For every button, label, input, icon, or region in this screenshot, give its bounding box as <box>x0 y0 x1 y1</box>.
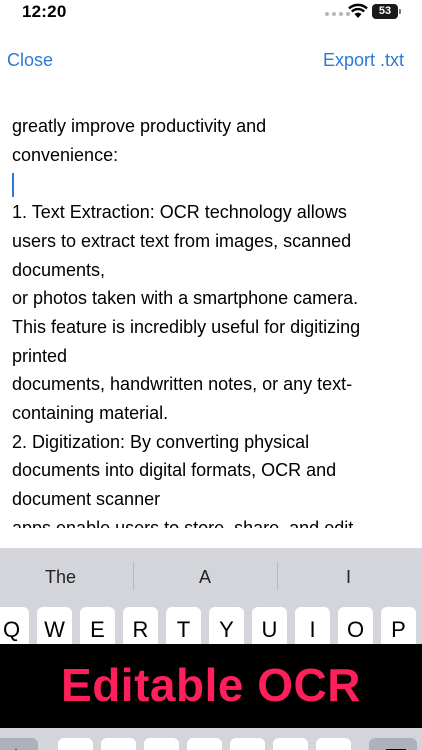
editor-line: documents into digital formats, OCR and <box>12 460 337 481</box>
editor-line: document scanner <box>12 489 161 510</box>
shift-key[interactable] <box>0 738 38 750</box>
editor-line: documents, handwritten notes, or any tex… <box>12 374 353 395</box>
status-bar: 12:20 53 <box>0 0 422 26</box>
editor-line: apps enable users to store, share, and e… <box>12 517 354 528</box>
status-time: 12:20 <box>22 2 67 21</box>
suggestion-i[interactable]: I <box>346 567 351 588</box>
editor-line: 2. Digitization: By converting physical <box>12 431 310 452</box>
text-cursor <box>12 172 14 197</box>
cellular-signal-icon <box>325 12 350 16</box>
banner-title: Editable OCR <box>61 659 361 711</box>
battery-level: 53 <box>378 5 392 17</box>
key-x[interactable]: X <box>101 738 136 750</box>
text-editor[interactable]: greatly improve productivity and conveni… <box>12 112 412 528</box>
battery-icon: 53 <box>372 4 398 19</box>
promo-banner: Editable OCR <box>0 644 422 728</box>
suggestion-divider <box>133 562 134 590</box>
editor-line: or photos taken with a smartphone camera… <box>12 288 359 309</box>
key-n[interactable]: N <box>273 738 308 750</box>
backspace-key[interactable] <box>369 738 417 750</box>
key-b[interactable]: B <box>230 738 265 750</box>
navigation-bar: Close Export .txt <box>0 46 422 76</box>
key-m[interactable]: M <box>316 738 351 750</box>
editor-line: containing material. <box>12 403 169 424</box>
editor-line: users to extract text from images, scann… <box>12 230 352 251</box>
key-c[interactable]: C <box>144 738 179 750</box>
suggestion-divider <box>277 562 278 590</box>
editor-line: 1. Text Extraction: OCR technology allow… <box>12 202 347 223</box>
editor-line: documents, <box>12 259 106 280</box>
editor-line-cursor <box>12 169 412 198</box>
editor-line: This feature is incredibly useful for di… <box>12 316 361 337</box>
export-txt-button[interactable]: Export .txt <box>323 50 404 71</box>
editor-line: convenience: <box>12 144 119 165</box>
battery-tip <box>399 9 401 14</box>
suggestion-a[interactable]: A <box>199 567 211 588</box>
key-v[interactable]: V <box>187 738 222 750</box>
suggestion-bar: The A I <box>0 548 422 606</box>
wifi-icon <box>348 3 368 18</box>
editor-line: greatly improve productivity and <box>12 116 267 136</box>
editor-line: printed <box>12 345 68 366</box>
key-z[interactable]: Z <box>58 738 93 750</box>
suggestion-the[interactable]: The <box>45 567 76 588</box>
close-button[interactable]: Close <box>7 50 53 71</box>
